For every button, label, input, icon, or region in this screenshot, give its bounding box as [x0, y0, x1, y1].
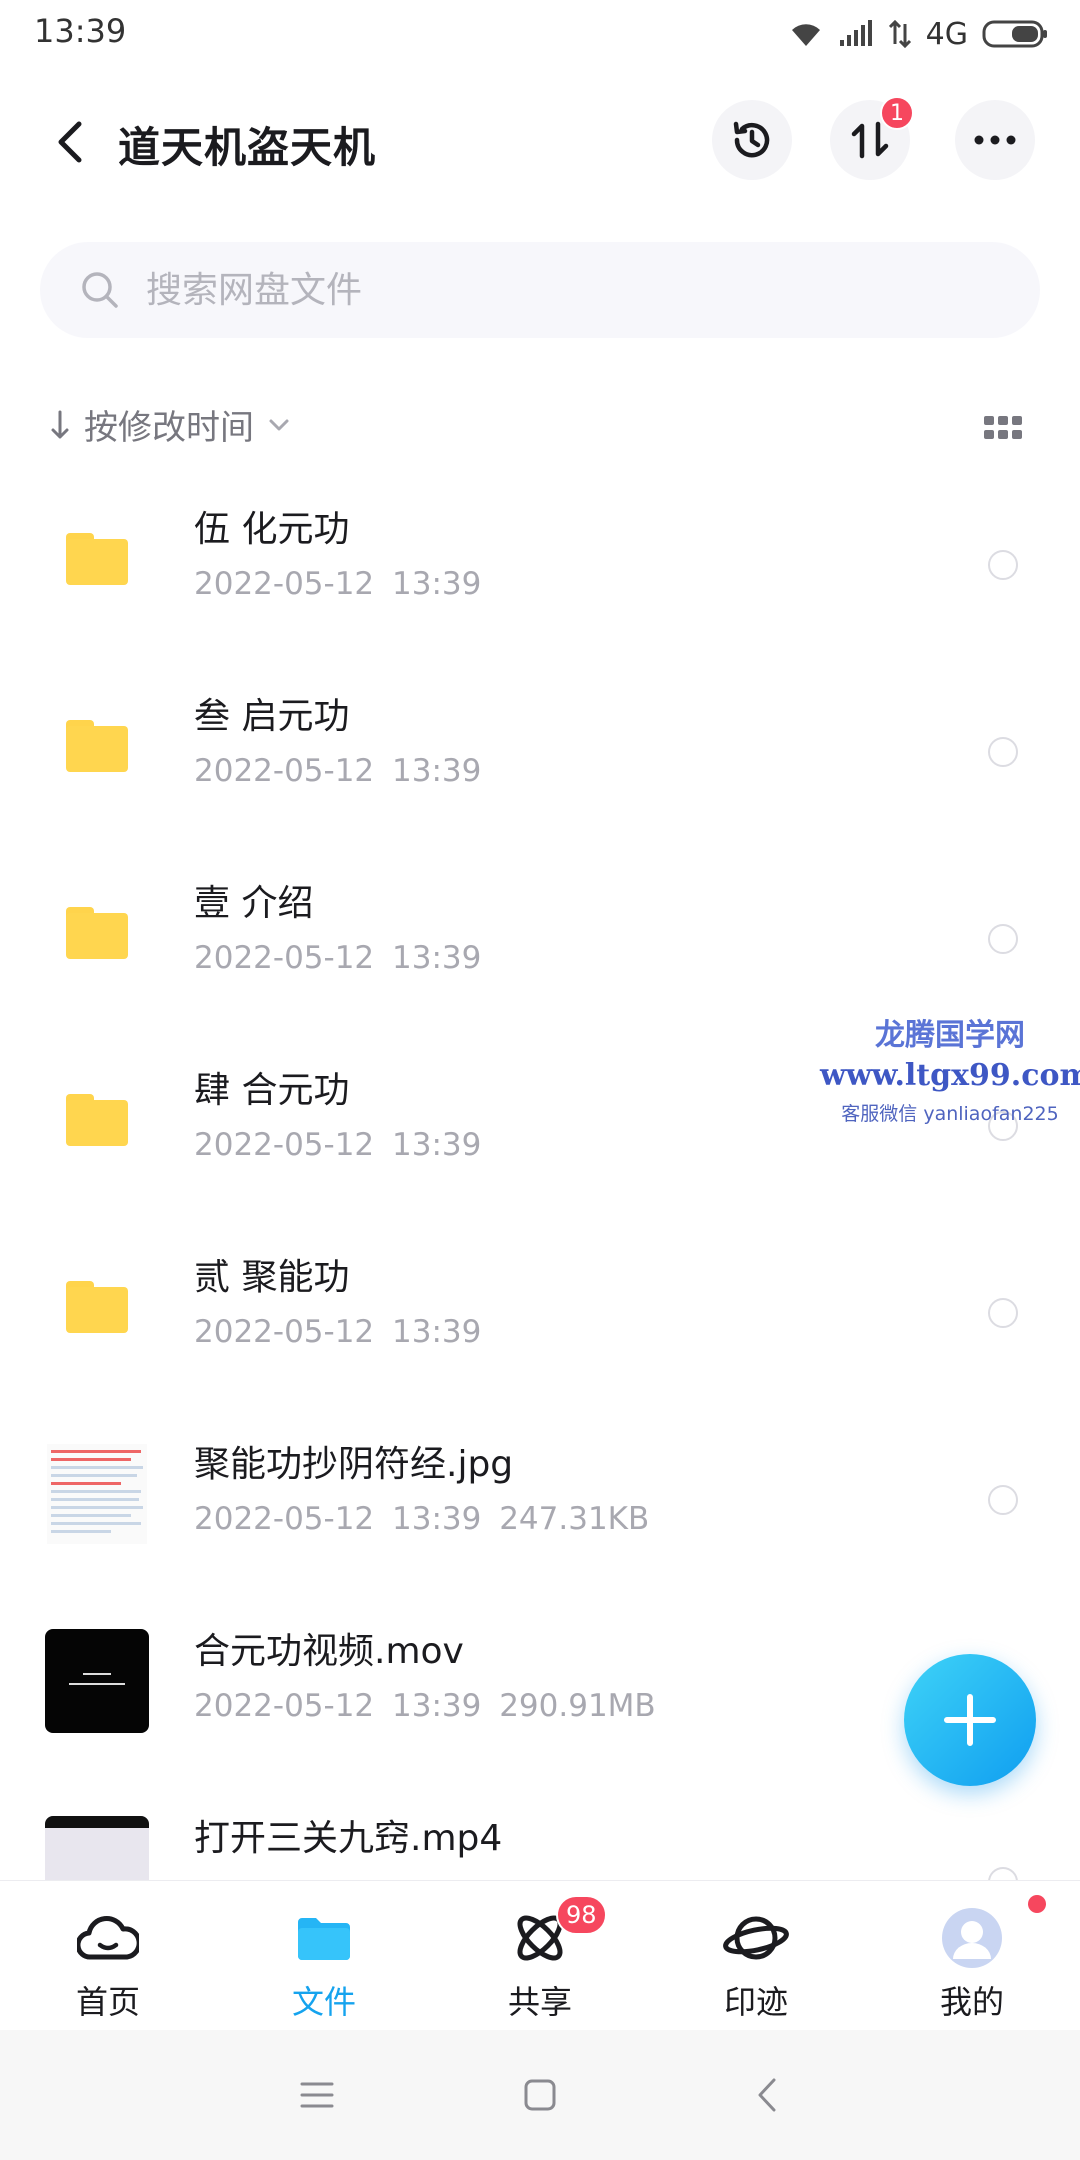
file-meta: 2022-05-12 13:39: [194, 940, 482, 976]
more-options-button[interactable]: [955, 100, 1035, 180]
watermark-title: 龙腾国学网: [875, 1018, 1025, 1053]
nav-label: 首页: [75, 1983, 140, 2021]
watermark: 龙腾国学网 www.ltgx99.com 客服微信 yanliaofan225: [820, 1010, 1080, 1126]
file-name: 壹 介绍: [194, 883, 314, 924]
history-button[interactable]: [712, 100, 792, 180]
file-row[interactable]: 贰 聚能功 2022-05-12 13:39: [0, 1218, 1080, 1405]
sort-selector[interactable]: 按修改时间: [50, 400, 290, 449]
back-arrow-icon: [58, 121, 82, 163]
file-name: 叁 启元功: [194, 696, 350, 737]
folder-icon: [44, 506, 150, 612]
home-square-icon: [524, 2079, 556, 2111]
history-icon: [733, 121, 770, 158]
file-meta: 2022-05-12 13:39: [194, 566, 482, 602]
nav-label: 印迹: [723, 1983, 788, 2021]
file-name: 聚能功抄阴符经.jpg: [194, 1444, 514, 1485]
sort-label: 按修改时间: [84, 408, 254, 448]
image-thumbnail: [44, 1441, 150, 1547]
add-button[interactable]: [904, 1654, 1036, 1786]
back-button[interactable]: [42, 114, 98, 170]
nav-item-home[interactable]: 首页: [0, 1881, 216, 2031]
select-radio[interactable]: [988, 737, 1018, 767]
file-meta: 2022-05-12 13:39: [194, 1314, 482, 1350]
search-icon: [82, 272, 118, 308]
file-row[interactable]: 聚能功抄阴符经.jpg 2022-05-12 13:39 247.31KB: [0, 1405, 1080, 1592]
transfer-count-badge: 1: [880, 96, 914, 130]
select-radio[interactable]: [988, 1485, 1018, 1515]
battery-icon: [982, 20, 1047, 48]
folder-icon: [44, 880, 150, 986]
menu-lines-icon: [300, 2082, 334, 2108]
file-name: 伍 化元功: [194, 509, 350, 550]
header: 道天机盗天机 1: [0, 92, 1080, 192]
watermark-url: www.ltgx99.com: [820, 1058, 1080, 1093]
share-count-badge: 98: [556, 1895, 607, 1935]
folder-icon: [44, 693, 150, 799]
system-back-button[interactable]: [742, 2070, 792, 2120]
file-meta: 2022-05-12 13:39: [194, 1127, 482, 1163]
notification-dot: [1028, 1895, 1046, 1913]
signal-icon: [839, 20, 872, 46]
menu-button[interactable]: [292, 2070, 342, 2120]
system-nav-bar: [0, 2030, 1080, 2160]
chevron-down-icon: [269, 419, 289, 430]
nav-item-files[interactable]: 文件: [216, 1881, 432, 2031]
plus-icon: [944, 1694, 996, 1746]
back-chevron-icon: [758, 2078, 776, 2112]
folder-icon: [44, 1067, 150, 1173]
network-type: 4G: [925, 16, 968, 52]
select-radio[interactable]: [988, 924, 1018, 954]
wifi-icon: [791, 24, 820, 46]
avatar-icon: [938, 1907, 1006, 1969]
file-meta: 2022-05-12 13:39: [194, 753, 482, 789]
file-row[interactable]: 伍 化元功 2022-05-12 13:39: [0, 470, 1080, 657]
sort-arrow-down-icon: [51, 410, 69, 438]
video-thumbnail: [44, 1628, 150, 1734]
file-name: 合元功视频.mov: [194, 1631, 464, 1672]
file-meta: 2022-05-12 13:39 290.91MB: [194, 1688, 656, 1724]
nav-item-profile[interactable]: 我的: [864, 1881, 1080, 2031]
file-name: 贰 聚能功: [194, 1257, 350, 1298]
nav-label: 我的: [939, 1983, 1004, 2021]
folder-icon: [44, 1254, 150, 1360]
bottom-nav: 首页 文件 98 共享 印迹 我的: [0, 1880, 1080, 2030]
select-radio[interactable]: [988, 550, 1018, 580]
file-name: 肆 合元功: [194, 1070, 350, 1111]
nav-label: 文件: [291, 1983, 356, 2021]
nav-item-share[interactable]: 98 共享: [432, 1881, 648, 2031]
file-row[interactable]: 壹 介绍 2022-05-12 13:39: [0, 844, 1080, 1031]
nav-label: 共享: [507, 1983, 572, 2021]
file-row[interactable]: 叁 启元功 2022-05-12 13:39: [0, 657, 1080, 844]
status-bar: 13:39 4G: [0, 0, 1080, 66]
nav-item-traces[interactable]: 印迹: [648, 1881, 864, 2031]
cloud-home-icon: [74, 1907, 142, 1969]
watermark-contact: 客服微信 yanliaofan225: [841, 1103, 1059, 1125]
page-title: 道天机盗天机: [118, 123, 377, 172]
grid-view-toggle-icon[interactable]: [984, 414, 1024, 442]
file-meta: 2022-05-12 13:39 247.31KB: [194, 1501, 650, 1537]
data-transfer-icon: [888, 20, 911, 48]
status-icons: 4G: [788, 14, 1048, 54]
file-name: 打开三关九窍.mp4: [194, 1818, 503, 1859]
folder-icon: [290, 1907, 358, 1969]
home-button[interactable]: [515, 2070, 565, 2120]
search-input[interactable]: [146, 260, 1006, 320]
status-time: 13:39: [34, 12, 127, 50]
select-radio[interactable]: [988, 1298, 1018, 1328]
planet-icon: [722, 1907, 790, 1969]
transfer-list-button[interactable]: 1: [830, 96, 914, 180]
search-bar[interactable]: [40, 242, 1040, 338]
more-dots-icon: [974, 135, 1016, 145]
